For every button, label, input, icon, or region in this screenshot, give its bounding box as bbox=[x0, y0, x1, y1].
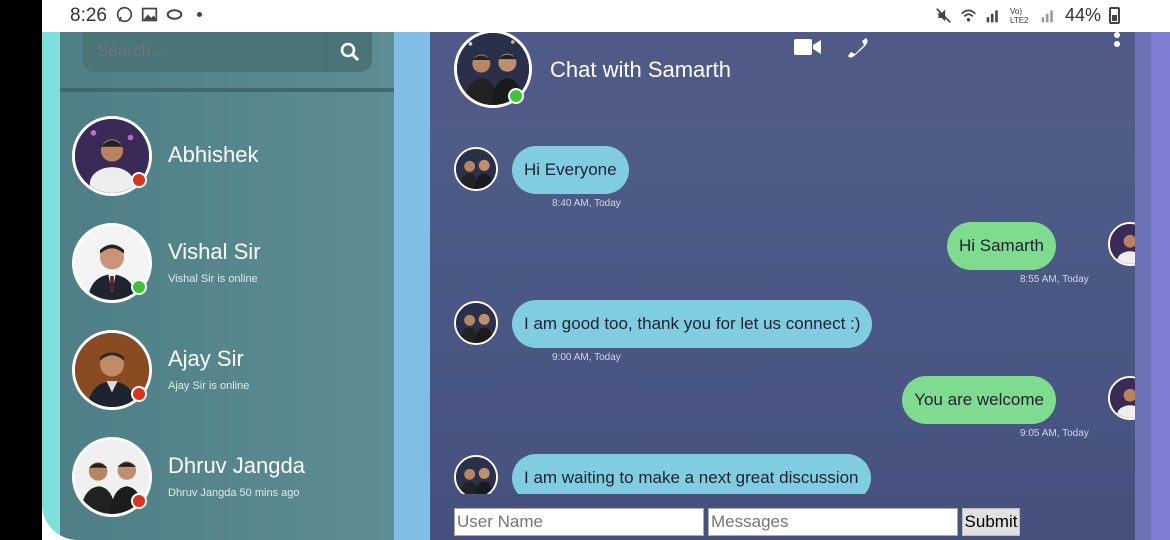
chat-online-dot bbox=[508, 88, 524, 104]
device-frame: 8:26 Vo) LTE2 44% Search... Abhishek Vis… bbox=[0, 0, 1170, 540]
contact-item-abhishek[interactable]: Abhishek bbox=[60, 116, 394, 206]
search-input[interactable] bbox=[97, 41, 317, 61]
sidebar-divider bbox=[60, 88, 394, 92]
screen-round: 8:26 Vo) LTE2 44% Search... Abhishek Vis… bbox=[42, 0, 1170, 540]
contact-name: Abhishek bbox=[168, 142, 259, 167]
contact-name: Dhruv Jangda bbox=[168, 453, 305, 478]
chat-app: Abhishek Vishal Sir Vishal Sir is online… bbox=[42, 30, 1170, 540]
status-time: 8:26 bbox=[70, 5, 107, 26]
message-avatar bbox=[454, 147, 498, 191]
submit-button[interactable]: Submit bbox=[962, 508, 1020, 536]
video-call-icon[interactable] bbox=[794, 38, 822, 56]
status-dot bbox=[131, 386, 147, 402]
more-options-icon[interactable] bbox=[1114, 32, 1120, 52]
search-button[interactable] bbox=[326, 32, 372, 72]
status-right: Vo) LTE2 44% bbox=[935, 5, 1120, 26]
status-left-icons bbox=[116, 6, 208, 23]
message-time: 9:05 AM, Today bbox=[1020, 428, 1089, 439]
gallery-icon bbox=[141, 7, 158, 22]
status-dot bbox=[131, 279, 147, 295]
username-input[interactable] bbox=[454, 508, 704, 536]
status-dot bbox=[131, 172, 147, 188]
chat-panel: Chat with Samarth Hi Everyone 8:40 AM, T… bbox=[430, 30, 1152, 540]
message-input[interactable] bbox=[708, 508, 958, 536]
message-avatar bbox=[454, 301, 498, 345]
contact-name: Vishal Sir bbox=[168, 239, 261, 264]
chat-header: Chat with Samarth bbox=[430, 30, 1135, 122]
contact-item-dhruv-jangda[interactable]: Dhruv Jangda Dhruv Jangda 50 mins ago bbox=[60, 437, 394, 527]
contacts-sidebar: Abhishek Vishal Sir Vishal Sir is online… bbox=[60, 32, 394, 540]
battery-percent: 44% bbox=[1064, 5, 1101, 25]
message-time: 8:55 AM, Today bbox=[1020, 274, 1089, 285]
search-box bbox=[83, 32, 372, 72]
contact-status: Dhruv Jangda 50 mins ago bbox=[168, 487, 300, 499]
search-icon bbox=[340, 42, 359, 62]
separator-band bbox=[394, 32, 430, 540]
contact-item-vishal-sir[interactable]: Vishal Sir Vishal Sir is online bbox=[60, 223, 394, 313]
message-bubble-incoming: Hi Everyone bbox=[512, 146, 629, 194]
right-accent-strip-inner bbox=[1135, 32, 1151, 540]
status-bar: 8:26 Vo) LTE2 44% bbox=[42, 0, 1170, 32]
wifi-icon bbox=[961, 9, 976, 22]
signal-icon-2 bbox=[1041, 10, 1053, 23]
chat-title: Chat with Samarth bbox=[550, 57, 731, 82]
message-bubble-outgoing: You are welcome bbox=[902, 376, 1056, 424]
status-dot bbox=[131, 493, 147, 509]
message-time: 8:40 AM, Today bbox=[552, 198, 621, 209]
contact-name: Ajay Sir bbox=[168, 346, 244, 371]
screen: 8:26 Vo) LTE2 44% Search... Abhishek Vis… bbox=[42, 0, 1170, 540]
contact-item-ajay-sir[interactable]: Ajay Sir Ajay Sir is online bbox=[60, 330, 394, 420]
contact-status: Ajay Sir is online bbox=[168, 380, 250, 392]
whatsapp-icon bbox=[116, 6, 133, 23]
message-composer: Submit bbox=[430, 494, 1135, 540]
message-bubble-outgoing: Hi Samarth bbox=[946, 222, 1056, 270]
link-icon bbox=[166, 9, 183, 20]
message-bubble-incoming: I am good too, thank you for let us conn… bbox=[512, 300, 873, 348]
network-label: Vo) LTE2 bbox=[1009, 6, 1029, 25]
left-accent-strip bbox=[42, 32, 60, 540]
mute-icon bbox=[936, 8, 951, 23]
message-time: 9:00 AM, Today bbox=[552, 352, 621, 363]
signal-icon bbox=[986, 10, 998, 23]
battery-icon bbox=[1109, 7, 1120, 24]
phone-call-icon[interactable] bbox=[846, 36, 870, 60]
contact-status: Vishal Sir is online bbox=[168, 273, 258, 285]
dot-icon bbox=[196, 11, 203, 18]
message-avatar bbox=[454, 455, 498, 499]
